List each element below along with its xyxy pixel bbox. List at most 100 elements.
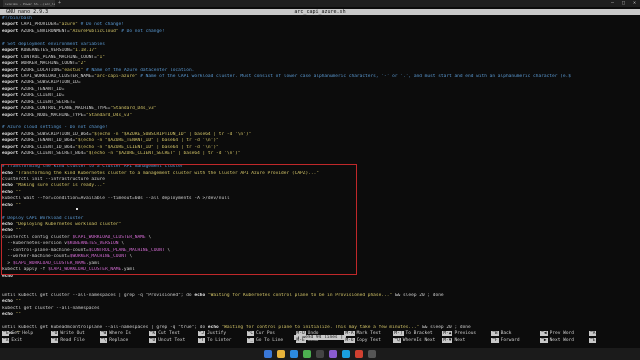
code-token: export — [2, 112, 19, 118]
shortcut-item[interactable]: M-▼ Next — [442, 337, 491, 344]
shortcut-item[interactable]: ^_ Go To Line — [246, 337, 296, 344]
maximize-button[interactable]: □ — [622, 0, 625, 7]
code-token: "" — [12, 312, 21, 318]
code-token: export — [2, 22, 19, 28]
code-token: CAPI_PROVIDER= — [18, 22, 59, 28]
code-token: echo — [194, 292, 206, 298]
shortcut-item[interactable]: ^J Justify — [197, 330, 247, 337]
terminal-tab[interactable]: ivonimo - Power Sh...(arc_lab1) — [3, 0, 55, 7]
taskbar-app-icon[interactable] — [342, 350, 350, 358]
taskbar-app-icon[interactable] — [329, 350, 337, 358]
shortcut-item[interactable]: ^C Cur Pos — [246, 330, 296, 337]
code-token: AZURE_CLIENT_ID_B64= — [18, 144, 76, 150]
taskbar-app-icon[interactable] — [303, 350, 311, 358]
taskbar-app-icon[interactable] — [368, 350, 376, 358]
shortcut-item[interactable]: ^X Exit — [2, 337, 51, 344]
shortcut-item[interactable]: M-6 Copy Text — [344, 337, 393, 344]
shortcut-item[interactable]: M-▲ Previous — [442, 330, 491, 337]
code-token: "AzurePublicCloud" — [69, 28, 119, 34]
shortcut-label: Write Out — [60, 331, 85, 336]
taskbar-app-icon[interactable] — [290, 350, 298, 358]
shortcut-item[interactable]: ^U Uncut Text — [148, 337, 198, 344]
taskbar-app-icon[interactable] — [355, 350, 363, 358]
mouse-cursor — [76, 208, 78, 210]
shortcut-item[interactable]: M-A Mark Text — [344, 330, 393, 337]
shortcut-key: M-6 — [344, 338, 355, 343]
shortcut-item[interactable]: ^T To Linter — [197, 337, 247, 344]
shortcut-item[interactable]: M-E Redo — [295, 337, 345, 344]
window-titlebar: ivonimo - Power Sh...(arc_lab1) + – □ ✕ — [0, 0, 640, 7]
shortcut-item[interactable]: ^G Get Help — [2, 330, 51, 337]
code-token: AZURE_NODE_MACHINE_TYPE= — [18, 112, 86, 118]
shortcut-label: Undo — [307, 331, 319, 336]
shortcut-key: ^C — [246, 331, 255, 336]
shortcut-item[interactable]: ^▶ Next Word — [540, 337, 589, 344]
shortcut-key: ^T — [197, 338, 206, 343]
shortcut-item[interactable]: ^O Write Out — [50, 330, 100, 337]
shortcut-key: M-E — [295, 338, 306, 343]
shortcut-item[interactable]: ^R Read File — [50, 337, 100, 344]
code-token: CONTROL_PLANE_MACHINE_COUNT= — [18, 54, 97, 60]
code-token: AZURE_ENVIRONMENT= — [18, 28, 70, 34]
shortcut-label: Next Word — [549, 338, 574, 343]
shortcut-label: Mark Text — [356, 331, 381, 336]
shortcut-key: M-U — [295, 331, 306, 336]
shortcut-item[interactable]: ^Q WhereIs Next — [393, 337, 442, 344]
shortcut-label: Forward — [500, 338, 520, 343]
shortcut-label: Get Help — [11, 331, 34, 336]
shortcut-key: ^B — [491, 331, 499, 336]
minimize-button[interactable]: – — [611, 0, 614, 7]
code-token: # Set deployment environment variables — [2, 41, 105, 47]
code-token: AZURE_TENANT_ID= — [18, 86, 65, 92]
shortcut-key: M-▲ — [442, 331, 453, 336]
shortcut-bar: ^G Get Help ^O Write Out ^W Where Is ^K Cut Tex… — [2, 330, 638, 344]
shortcut-key: M-] — [393, 331, 404, 336]
code-token: "Standard_D4s_v3" — [110, 106, 157, 112]
shortcut-item[interactable]: M-] To Bracket — [393, 330, 442, 337]
taskbar-app-icon[interactable] — [316, 350, 324, 358]
code-token: export — [2, 48, 19, 54]
shortcut-item[interactable]: ^E — [589, 337, 638, 344]
code-token: AZURE_LOCATION= — [18, 67, 62, 73]
shortcut-item[interactable]: ^A — [589, 330, 638, 337]
code-token: "2" — [77, 61, 87, 67]
shortcut-item[interactable]: ^W Where Is — [99, 330, 149, 337]
shortcut-key: ^W — [99, 331, 108, 336]
shortcut-item[interactable]: ^F Forward — [491, 337, 540, 344]
code-token: "$(echo -n "$AZURE_TENANT_ID" | base64 |… — [75, 138, 219, 144]
code-token: # Do not change! — [118, 28, 165, 34]
shortcut-key: ^O — [50, 331, 59, 336]
shortcut-key: ^\ — [99, 338, 108, 343]
shortcut-item[interactable]: ^B Back — [491, 330, 540, 337]
taskbar — [0, 348, 640, 360]
shortcut-key: ^U — [148, 338, 157, 343]
highlight-box — [1, 164, 357, 275]
code-token: "1.18.17" — [72, 48, 97, 54]
shortcut-key: ^R — [50, 338, 59, 343]
shortcut-label: To Bracket — [405, 331, 433, 336]
code-token: "Waiting for Kubernetes control plane to… — [205, 292, 393, 298]
code-token: KUBERNETES_VERSION= — [18, 48, 73, 54]
shortcut-key: ^J — [197, 331, 206, 336]
taskbar-app-icon[interactable] — [264, 350, 272, 358]
code-token: AZURE_TENANT_ID_B64= — [18, 138, 76, 144]
code-token: export — [2, 86, 19, 92]
code-token: kubectl get cluster --all-namespaces — [2, 305, 100, 311]
shortcut-item[interactable]: ^\ Replace — [99, 337, 149, 344]
code-token: # Azure cloud settings - Do not change! — [2, 125, 108, 131]
shortcut-label: Exit — [11, 338, 23, 343]
shortcut-label: Cut Text — [158, 331, 180, 336]
code-token: "$(echo -n "$AZURE_SUBSCRIPTION_ID" | ba… — [91, 131, 252, 137]
shortcut-item[interactable]: ^◀ Prev Word — [540, 330, 589, 337]
taskbar-app-icon[interactable] — [277, 350, 285, 358]
shortcut-label: Copy Text — [356, 338, 381, 343]
shortcut-key: ^G — [2, 331, 10, 336]
code-token: export — [2, 151, 19, 157]
shortcut-item[interactable]: M-U Undo — [295, 330, 345, 337]
add-tab-button[interactable]: + — [58, 0, 61, 7]
shortcut-key: M-A — [344, 331, 355, 336]
shortcut-item[interactable]: ^K Cut Text — [148, 330, 198, 337]
shortcut-label: Replace — [109, 338, 129, 343]
code-token: "Standard_D4s_v3" — [86, 112, 133, 118]
close-button[interactable]: ✕ — [633, 0, 636, 7]
